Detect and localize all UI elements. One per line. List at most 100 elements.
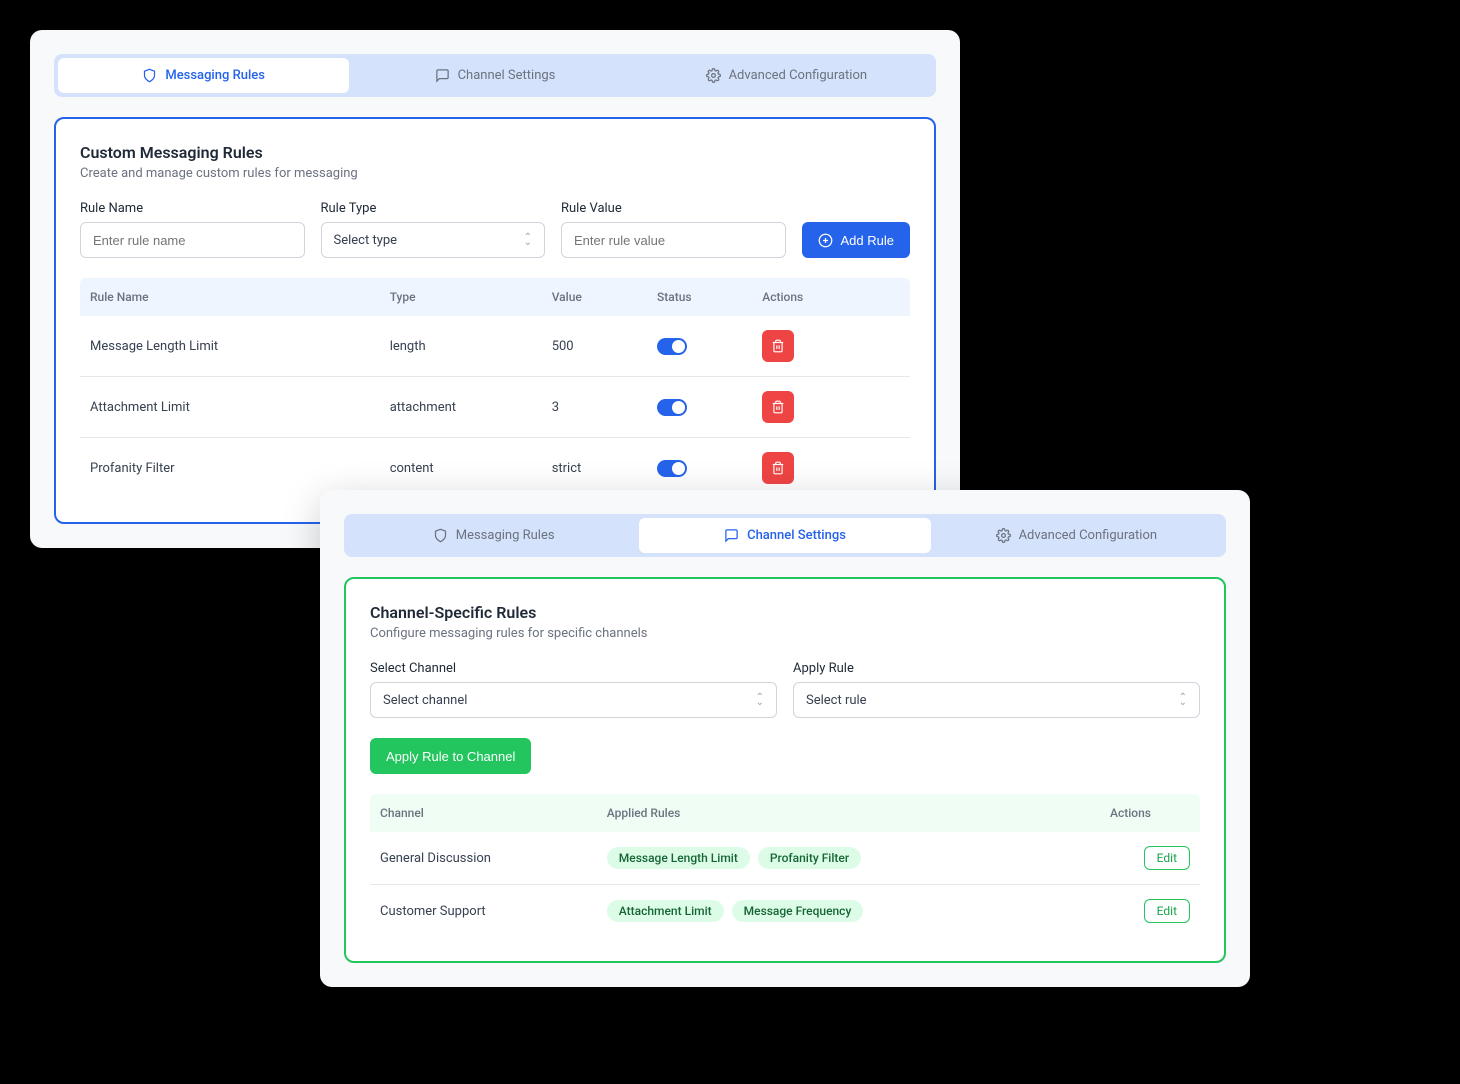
th-value: Value (552, 290, 657, 304)
th-actions: Actions (762, 290, 900, 304)
rule-value-field: Rule Value (561, 201, 786, 258)
tab-bar: Messaging Rules Channel Settings Advance… (54, 54, 936, 97)
channel-rules-panel: Channel-Specific Rules Configure messagi… (344, 577, 1226, 963)
cell-name: Attachment Limit (90, 400, 390, 415)
plus-circle-icon (818, 233, 833, 248)
apply-rule-placeholder: Select rule (806, 693, 867, 708)
gear-icon (996, 528, 1011, 543)
trash-icon (771, 339, 785, 353)
select-channel-select[interactable]: Select channel ⌃⌄ (370, 682, 777, 718)
table-header: Rule Name Type Value Status Actions (80, 278, 910, 316)
rule-chip: Attachment Limit (607, 900, 724, 922)
cell-status (657, 460, 762, 477)
chevron-updown-icon: ⌃⌄ (1179, 695, 1187, 705)
apply-rule-to-channel-button[interactable]: Apply Rule to Channel (370, 738, 531, 774)
channel-settings-card: Messaging Rules Channel Settings Advance… (320, 490, 1250, 987)
cell-channel: General Discussion (380, 851, 607, 866)
cell-name: Profanity Filter (90, 461, 390, 476)
cell-actions (762, 330, 900, 362)
table-row: Customer Support Attachment Limit Message… (370, 885, 1200, 937)
table-row: Attachment Limit attachment 3 (80, 377, 910, 438)
cell-rules: Attachment Limit Message Frequency (607, 900, 1110, 922)
cell-name: Message Length Limit (90, 339, 390, 354)
cell-value: 500 (552, 339, 657, 354)
tab-advanced-config[interactable]: Advanced Configuration (931, 518, 1222, 553)
delete-button[interactable] (762, 391, 794, 423)
cell-channel: Customer Support (380, 904, 607, 919)
apply-rule-select[interactable]: Select rule ⌃⌄ (793, 682, 1200, 718)
panel-title: Custom Messaging Rules (80, 143, 910, 162)
edit-button[interactable]: Edit (1144, 846, 1190, 870)
select-channel-placeholder: Select channel (383, 693, 467, 708)
tab-messaging-rules[interactable]: Messaging Rules (348, 518, 639, 553)
tab-label: Messaging Rules (456, 528, 555, 543)
panel-title: Channel-Specific Rules (370, 603, 1200, 622)
rule-name-input[interactable] (80, 222, 305, 258)
apply-rule-field: Apply Rule Select rule ⌃⌄ (793, 661, 1200, 718)
messaging-rules-card: Messaging Rules Channel Settings Advance… (30, 30, 960, 548)
cell-actions: Edit (1110, 899, 1190, 923)
apply-rule-label: Apply Rule (793, 661, 1200, 676)
shield-icon (142, 68, 157, 83)
tab-channel-settings[interactable]: Channel Settings (349, 58, 640, 93)
select-channel-label: Select Channel (370, 661, 777, 676)
channel-form: Select Channel Select channel ⌃⌄ Apply R… (370, 661, 1200, 718)
th-name: Rule Name (90, 290, 390, 304)
cell-rules: Message Length Limit Profanity Filter (607, 847, 1110, 869)
add-rule-wrap: Add Rule (802, 201, 910, 258)
rule-value-label: Rule Value (561, 201, 786, 216)
table-row: Profanity Filter content strict (80, 438, 910, 498)
rule-chip: Message Frequency (732, 900, 864, 922)
th-type: Type (390, 290, 552, 304)
channel-rules-table: Channel Applied Rules Actions General Di… (370, 794, 1200, 937)
rule-name-label: Rule Name (80, 201, 305, 216)
tab-label: Messaging Rules (165, 68, 265, 83)
tab-advanced-config[interactable]: Advanced Configuration (641, 58, 932, 93)
cell-type: content (390, 461, 552, 476)
tab-label: Channel Settings (458, 68, 556, 83)
th-status: Status (657, 290, 762, 304)
tab-label: Advanced Configuration (729, 68, 867, 83)
cell-type: attachment (390, 400, 552, 415)
rule-chip: Message Length Limit (607, 847, 750, 869)
shield-icon (433, 528, 448, 543)
rule-type-placeholder: Select type (334, 233, 398, 248)
table-header: Channel Applied Rules Actions (370, 794, 1200, 832)
add-rule-label: Add Rule (841, 233, 894, 248)
add-rule-button[interactable]: Add Rule (802, 222, 910, 258)
cell-type: length (390, 339, 552, 354)
chevron-updown-icon: ⌃⌄ (756, 695, 764, 705)
table-row: Message Length Limit length 500 (80, 316, 910, 377)
add-rule-form: Rule Name Rule Type Select type ⌃⌄ Rule … (80, 201, 910, 258)
th-actions: Actions (1110, 806, 1190, 820)
delete-button[interactable] (762, 330, 794, 362)
custom-rules-panel: Custom Messaging Rules Create and manage… (54, 117, 936, 524)
rule-type-select[interactable]: Select type ⌃⌄ (321, 222, 546, 258)
tab-label: Advanced Configuration (1019, 528, 1157, 543)
th-rules: Applied Rules (607, 806, 1110, 820)
apply-button-label: Apply Rule to Channel (386, 749, 515, 764)
message-icon (724, 528, 739, 543)
trash-icon (771, 400, 785, 414)
status-toggle[interactable] (657, 338, 687, 355)
cell-status (657, 399, 762, 416)
status-toggle[interactable] (657, 460, 687, 477)
select-channel-field: Select Channel Select channel ⌃⌄ (370, 661, 777, 718)
gear-icon (706, 68, 721, 83)
tab-channel-settings[interactable]: Channel Settings (639, 518, 930, 553)
cell-actions (762, 391, 900, 423)
rule-value-input[interactable] (561, 222, 786, 258)
panel-subtitle: Create and manage custom rules for messa… (80, 166, 910, 181)
status-toggle[interactable] (657, 399, 687, 416)
tab-messaging-rules[interactable]: Messaging Rules (58, 58, 349, 93)
th-channel: Channel (380, 806, 607, 820)
trash-icon (771, 461, 785, 475)
rule-name-field: Rule Name (80, 201, 305, 258)
cell-actions: Edit (1110, 846, 1190, 870)
cell-value: 3 (552, 400, 657, 415)
tab-bar: Messaging Rules Channel Settings Advance… (344, 514, 1226, 557)
cell-actions (762, 452, 900, 484)
edit-button[interactable]: Edit (1144, 899, 1190, 923)
delete-button[interactable] (762, 452, 794, 484)
rule-chip: Profanity Filter (758, 847, 861, 869)
